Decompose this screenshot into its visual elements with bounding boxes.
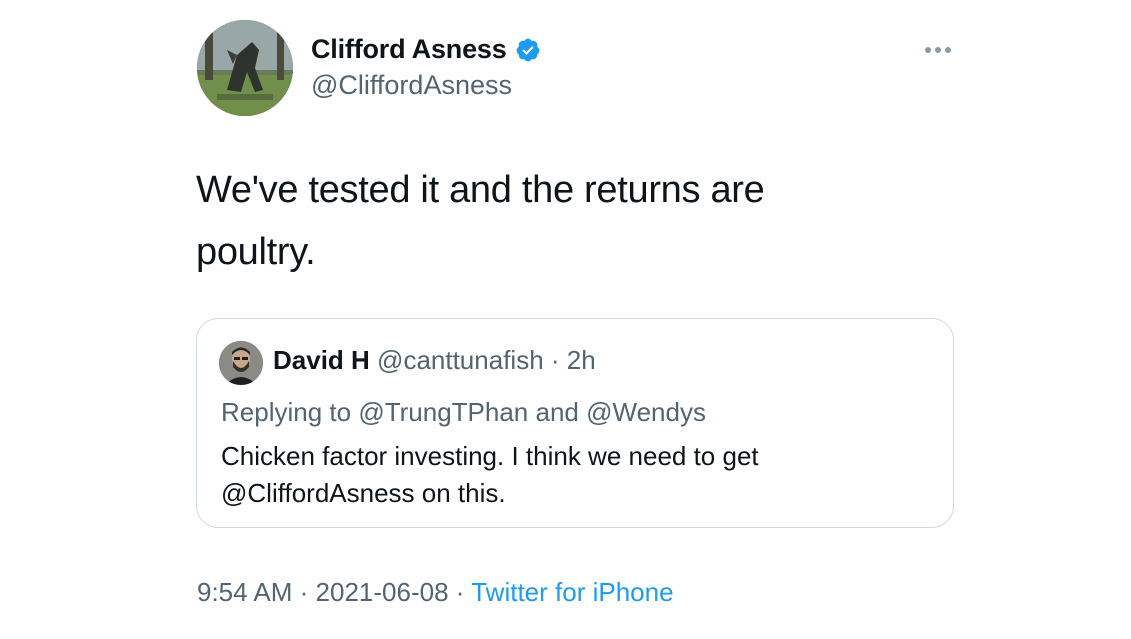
author-avatar[interactable] (197, 20, 293, 116)
tweet-text-line: poultry. (196, 231, 316, 273)
tweet-date[interactable]: 2021-06-08 (316, 577, 449, 607)
separator-dot: · (550, 345, 560, 375)
quoted-author-name[interactable]: David H (273, 345, 370, 375)
more-dot-icon (925, 47, 931, 53)
author-name-row: Clifford Asness (311, 34, 541, 65)
separator-dot: · (455, 577, 465, 607)
verified-badge-icon (515, 37, 541, 63)
quoted-author-avatar[interactable] (219, 341, 263, 385)
more-options-button[interactable] (918, 38, 958, 62)
mention-link[interactable]: @TrungTPhan (358, 397, 528, 427)
quoted-avatar-image (219, 341, 263, 385)
replying-to-label: Replying to (221, 397, 352, 427)
quoted-text-line: @CliffordAsness on this. (221, 478, 506, 508)
author-handle[interactable]: @CliffordAsness (311, 70, 512, 101)
tweet-source-link[interactable]: Twitter for iPhone (471, 577, 673, 607)
quoted-tweet-text: Chicken factor investing. I think we nee… (221, 438, 921, 512)
tweet-text-line: We've tested it and the returns are (196, 169, 765, 211)
tweet-time[interactable]: 9:54 AM (197, 577, 292, 607)
more-dot-icon (945, 47, 951, 53)
author-display-name[interactable]: Clifford Asness (311, 34, 507, 65)
separator-dot: · (299, 577, 309, 607)
more-dot-icon (935, 47, 941, 53)
quoted-header: David H @canttunafish · 2h (273, 345, 596, 376)
avatar-image (197, 20, 293, 116)
mention-link[interactable]: @Wendys (586, 397, 706, 427)
quoted-tweet[interactable]: David H @canttunafish · 2h Replying to @… (196, 318, 954, 528)
replying-to-line: Replying to @TrungTPhan and @Wendys (221, 397, 706, 428)
tweet-text: We've tested it and the returns are poul… (196, 159, 896, 283)
tweet-meta: 9:54 AM · 2021-06-08 · Twitter for iPhon… (197, 577, 674, 608)
quoted-timestamp[interactable]: 2h (567, 345, 596, 375)
replying-and-label: and (535, 397, 579, 427)
quoted-text-line: Chicken factor investing. I think we nee… (221, 441, 759, 471)
tweet-card: Clifford Asness @CliffordAsness We've te… (0, 0, 1131, 639)
quoted-author-handle[interactable]: @canttunafish (377, 345, 544, 375)
